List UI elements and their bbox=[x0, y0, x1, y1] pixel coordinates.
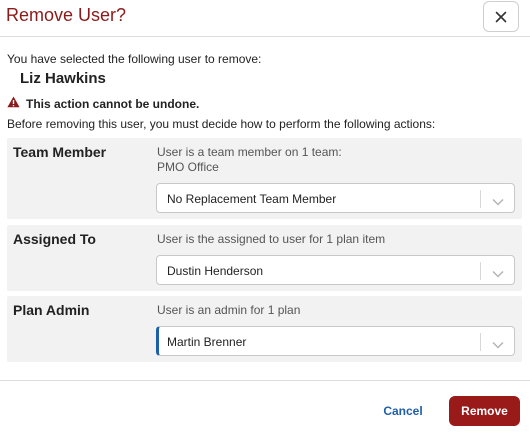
select-value: Dustin Henderson bbox=[167, 264, 264, 278]
chevron-down-icon bbox=[492, 336, 504, 354]
close-button[interactable] bbox=[483, 1, 519, 32]
remove-user-dialog: Remove User? You have selected the follo… bbox=[0, 0, 530, 439]
row-label: Team Member bbox=[13, 144, 107, 160]
chevron-down-icon bbox=[492, 265, 504, 283]
row-label: Plan Admin bbox=[13, 302, 90, 318]
row-description: User is the assigned to user for 1 plan … bbox=[157, 232, 386, 246]
select-divider bbox=[480, 190, 481, 208]
dialog-title: Remove User? bbox=[6, 5, 127, 25]
team-member-replacement-select[interactable]: No Replacement Team Member bbox=[156, 183, 515, 213]
row-description-line: User is a team member on 1 team: bbox=[157, 145, 342, 159]
warning-text: This action cannot be undone. bbox=[26, 96, 200, 111]
row-description: User is an admin for 1 plan bbox=[157, 303, 301, 317]
select-value: Martin Brenner bbox=[167, 335, 247, 349]
dialog-header: Remove User? bbox=[0, 0, 530, 37]
assigned-to-replacement-select[interactable]: Dustin Henderson bbox=[156, 255, 515, 285]
select-divider bbox=[480, 333, 481, 351]
select-value: No Replacement Team Member bbox=[167, 192, 337, 206]
warning-message: This action cannot be undone. bbox=[7, 96, 199, 111]
close-icon bbox=[495, 11, 507, 23]
row-description-detail: PMO Office bbox=[157, 160, 219, 174]
plan-admin-replacement-select[interactable]: Martin Brenner bbox=[156, 326, 515, 356]
cancel-button[interactable]: Cancel bbox=[375, 396, 431, 426]
selected-user-name: Liz Hawkins bbox=[20, 70, 106, 87]
select-divider bbox=[480, 262, 481, 280]
instructions-text: Before removing this user, you must deci… bbox=[7, 117, 436, 131]
assigned-to-row: Assigned To User is the assigned to user… bbox=[7, 225, 522, 291]
warning-icon bbox=[7, 96, 26, 111]
plan-admin-row: Plan Admin User is an admin for 1 plan M… bbox=[7, 296, 522, 362]
chevron-down-icon bbox=[492, 193, 504, 211]
intro-text: You have selected the following user to … bbox=[7, 52, 262, 66]
team-member-row: Team Member User is a team member on 1 t… bbox=[7, 138, 522, 219]
remove-button[interactable]: Remove bbox=[449, 396, 520, 426]
row-label: Assigned To bbox=[13, 231, 96, 247]
footer-divider bbox=[0, 380, 530, 381]
row-description: User is a team member on 1 team: PMO Off… bbox=[157, 145, 342, 175]
